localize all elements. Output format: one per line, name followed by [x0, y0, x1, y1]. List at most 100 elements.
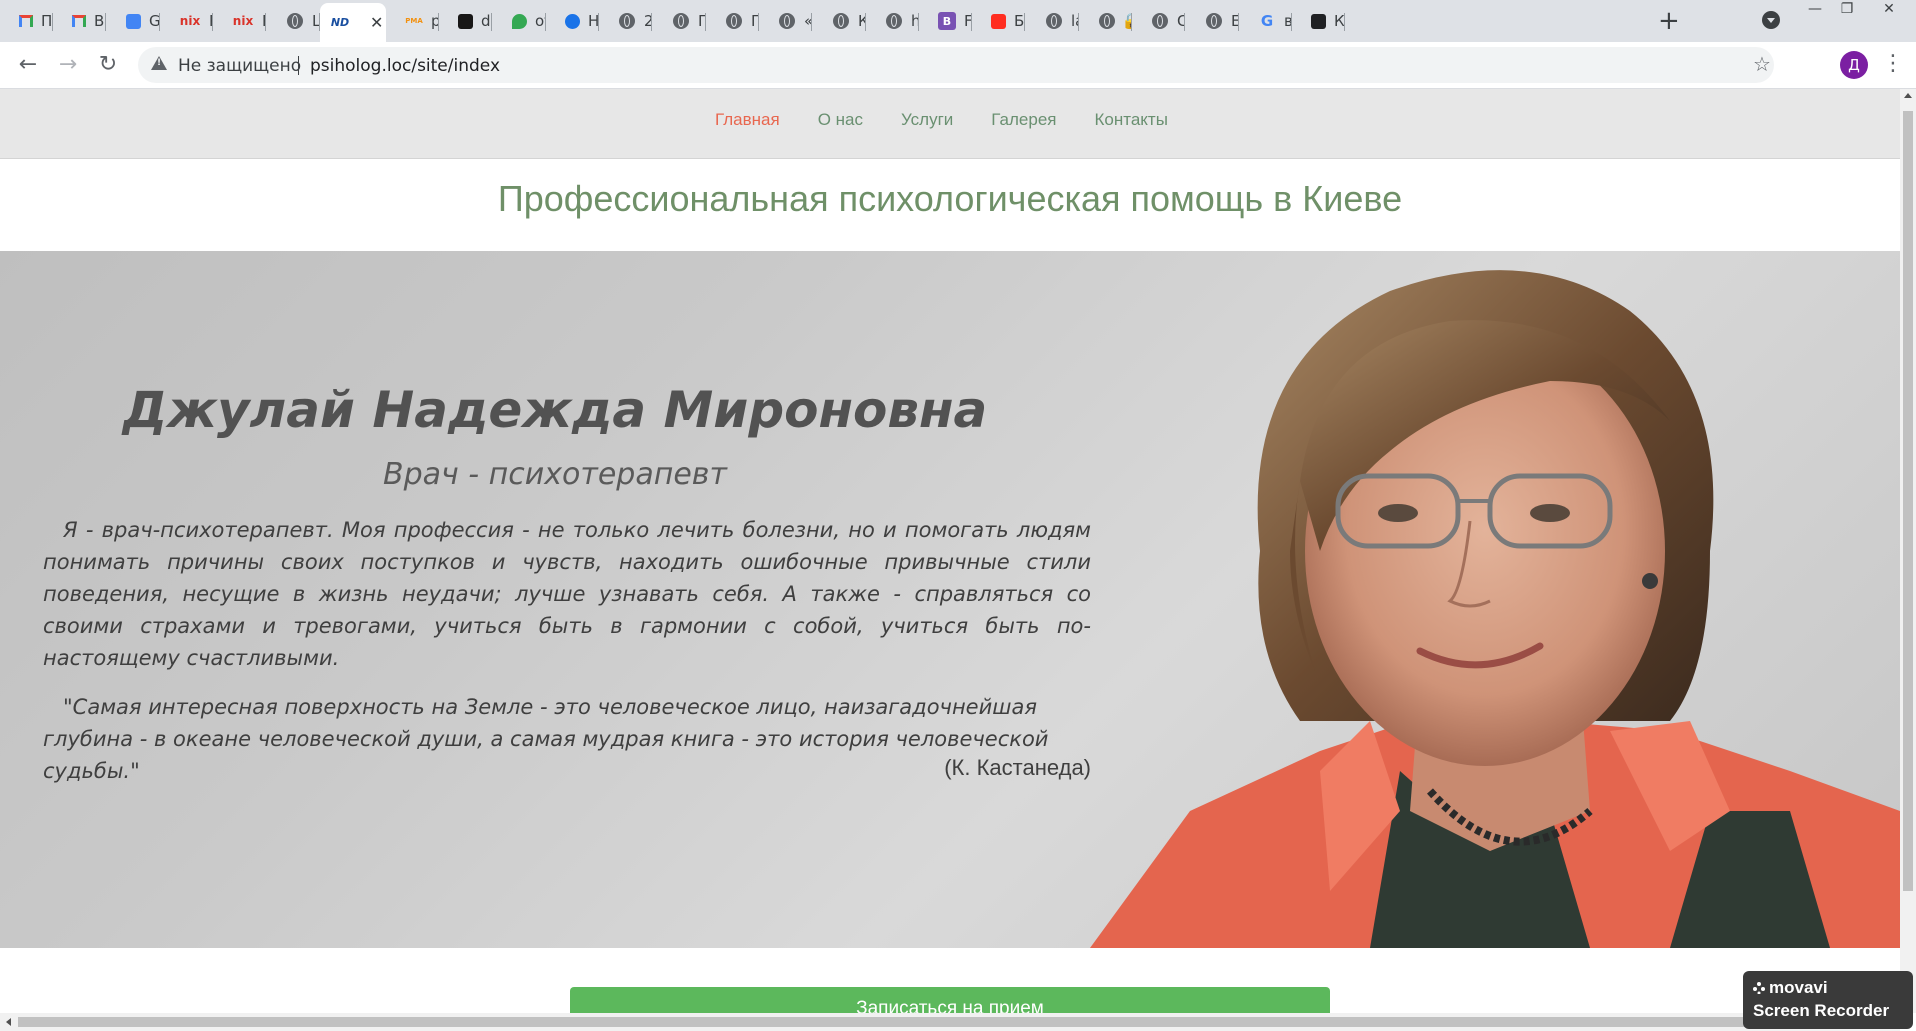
maps-icon: [512, 13, 527, 29]
tab-separator: [1184, 13, 1185, 31]
bootstrap-icon: B: [938, 12, 956, 30]
globe-shape: [619, 13, 635, 29]
profile-avatar[interactable]: Д: [1840, 51, 1868, 79]
globe-shape: [833, 13, 849, 29]
nav-link[interactable]: О нас: [818, 110, 863, 130]
doctor-name: Джулай Надежда Мироновна: [122, 381, 988, 439]
gmail-icon: [19, 15, 33, 27]
browser-tab[interactable]: Gc: [107, 4, 160, 38]
browser-tab[interactable]: nixPH: [213, 4, 266, 38]
google-icon: G: [1260, 12, 1274, 30]
google-translate-icon: [126, 13, 141, 29]
browser-tab[interactable]: dr: [439, 4, 492, 38]
globe-icon: [1098, 12, 1116, 30]
browser-tab[interactable]: PMAph: [386, 4, 439, 38]
page-viewport: Главная О нас Услуги Галерея Контакты Профес…: [0, 89, 1900, 1013]
address-bar[interactable]: Не защищено psiholog.loc/site/index: [138, 47, 1774, 83]
tab-separator: [1344, 13, 1345, 31]
browser-tab[interactable]: Пі: [0, 4, 53, 38]
browser-menu-icon[interactable]: ⋮: [1882, 51, 1904, 77]
globe-icon: [286, 12, 304, 30]
globe-shape: [1046, 13, 1062, 29]
nav-link[interactable]: Галерея: [991, 110, 1056, 130]
tab-active[interactable]: ND ✕: [320, 3, 386, 42]
globe-icon: [1151, 12, 1169, 30]
bookmark-star-icon[interactable]: ☆: [1753, 52, 1771, 76]
tab-strip: ПіВаGcnixPHnixPHLitND✕PMAphdrотНа20ПоГе«…: [0, 0, 1916, 42]
browser-tab[interactable]: По: [653, 4, 706, 38]
tab-search-icon[interactable]: [1762, 11, 1780, 29]
browser-tab[interactable]: Co: [1132, 4, 1185, 38]
globe-shape: [287, 13, 303, 29]
vertical-scroll-thumb[interactable]: [1903, 111, 1913, 891]
tab-separator: [811, 13, 812, 31]
browser-tab[interactable]: lar: [1026, 4, 1079, 38]
globe-icon: [1205, 12, 1223, 30]
globe-icon: [672, 12, 690, 30]
browser-tab[interactable]: Ка: [813, 4, 866, 38]
globe-shape: [886, 13, 902, 29]
gear-icon: [565, 13, 580, 29]
new-tab-button[interactable]: +: [1658, 6, 1680, 36]
horizontal-scroll-thumb[interactable]: [18, 1017, 1882, 1027]
globe-icon: [618, 12, 636, 30]
nav-link[interactable]: Услуги: [901, 110, 953, 130]
scroll-left-arrow-icon[interactable]: [6, 1018, 11, 1026]
minimize-button[interactable]: —: [1800, 0, 1830, 20]
hero-section: Джулай Надежда Мироновна Врач - психотер…: [0, 251, 1900, 948]
restore-button[interactable]: ❐: [1832, 0, 1862, 20]
browser-tab[interactable]: Ге: [706, 4, 759, 38]
browser-toolbar: ← → ↻ Не защищено psiholog.loc/site/inde…: [0, 42, 1916, 89]
browser-tab[interactable]: nixPH: [160, 4, 213, 38]
browser-tab[interactable]: Ка: [1292, 4, 1345, 38]
globe-shape: [726, 13, 742, 29]
globe-icon: [832, 12, 850, 30]
github-icon: [458, 13, 473, 29]
nav-link[interactable]: Контакты: [1095, 110, 1168, 130]
doctor-portrait: [1090, 270, 1900, 948]
tab-separator: [651, 13, 652, 31]
globe-shape: [779, 13, 795, 29]
globe-shape: [1099, 13, 1115, 29]
recorder-product: Screen Recorder: [1753, 1001, 1890, 1020]
browser-tab[interactable]: ht: [866, 4, 919, 38]
browser-tab[interactable]: 20: [599, 4, 652, 38]
browser-tab[interactable]: 🔐: [1079, 4, 1132, 38]
browser-tab[interactable]: от: [493, 4, 546, 38]
globe-icon: [778, 12, 796, 30]
book-appointment-button[interactable]: Записаться на прием: [570, 987, 1330, 1013]
vertical-scrollbar[interactable]: [1900, 89, 1916, 1013]
warning-icon[interactable]: [151, 56, 167, 70]
pma-icon: PMA: [405, 17, 423, 25]
close-window-button[interactable]: ✕: [1874, 0, 1904, 20]
movavi-logo-icon: [1753, 982, 1765, 994]
scroll-up-arrow-icon[interactable]: [1904, 93, 1912, 98]
browser-tab[interactable]: Ба: [972, 4, 1025, 38]
browser-tab[interactable]: Lit: [267, 4, 320, 38]
screen-recorder-watermark: movavi Screen Recorder: [1743, 971, 1913, 1029]
globe-shape: [1152, 13, 1168, 29]
browser-tab[interactable]: «E: [759, 4, 812, 38]
browser-tab[interactable]: Ва: [53, 4, 106, 38]
globe-icon: [725, 12, 743, 30]
browser-tab[interactable]: BFle: [919, 4, 972, 38]
browser-tab[interactable]: Ele: [1186, 4, 1239, 38]
nix-icon: nix: [179, 14, 201, 28]
nav-link[interactable]: Главная: [715, 110, 780, 130]
nix-icon: nix: [232, 14, 254, 28]
reload-button[interactable]: ↻: [94, 51, 122, 79]
close-tab-icon[interactable]: ✕: [370, 13, 383, 32]
forward-button[interactable]: →: [54, 51, 82, 79]
browser-tab[interactable]: На: [546, 4, 599, 38]
tab-separator: [265, 13, 266, 31]
tab-separator: [105, 13, 106, 31]
tab-separator: [491, 13, 492, 31]
url-text[interactable]: psiholog.loc/site/index: [310, 56, 500, 76]
browser-tab[interactable]: Gвь: [1239, 4, 1292, 38]
laravel-icon: [991, 13, 1006, 29]
page-title: Профессиональная психологическая помощь …: [497, 178, 1403, 219]
horizontal-scrollbar[interactable]: [0, 1013, 1900, 1031]
back-button[interactable]: ←: [14, 51, 42, 79]
security-status[interactable]: Не защищено: [178, 56, 301, 76]
intro-paragraph: Я - врач-психотерапевт. Моя профессия - …: [43, 518, 1091, 670]
